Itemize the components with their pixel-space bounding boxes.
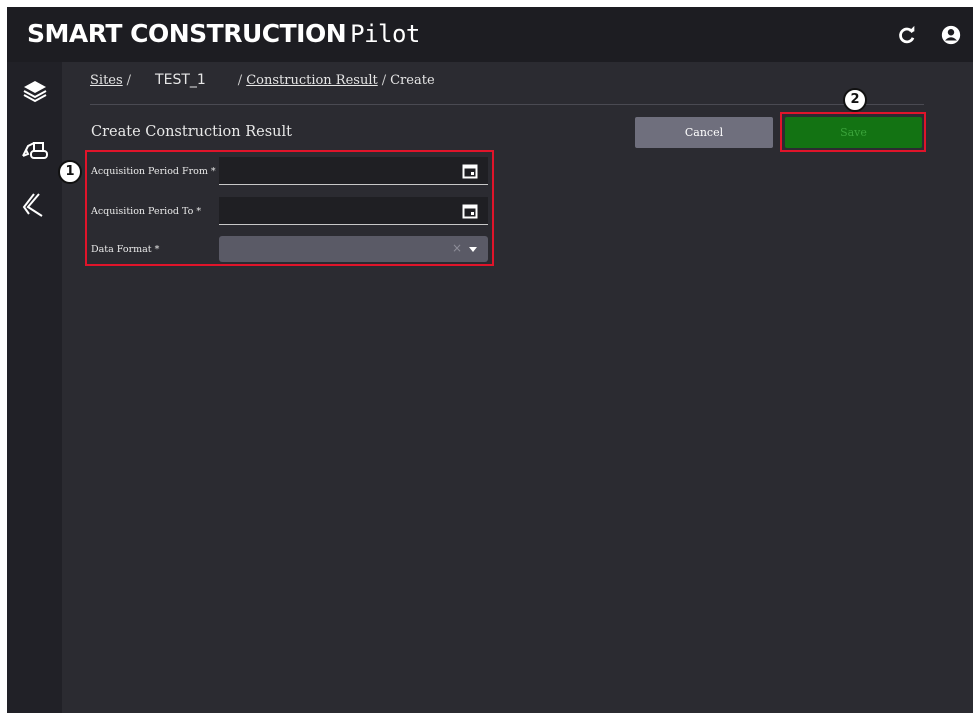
acquisition-to-input[interactable] xyxy=(219,197,488,225)
callout-1-badge: 1 xyxy=(58,160,82,184)
acquisition-from-label: Acquisition Period From * xyxy=(91,166,216,177)
breadcrumb-separator: / xyxy=(381,73,387,88)
acquisition-to-label: Acquisition Period To * xyxy=(91,206,202,217)
data-format-select[interactable]: × xyxy=(219,236,488,262)
calendar-icon[interactable] xyxy=(462,163,478,179)
breadcrumb-separator: / xyxy=(237,73,243,88)
slope-icon[interactable] xyxy=(20,190,50,220)
layers-icon[interactable] xyxy=(20,76,50,106)
calendar-icon[interactable] xyxy=(462,203,478,219)
breadcrumb-construction-result-link[interactable]: Construction Result xyxy=(246,73,378,88)
top-bar: SMART CONSTRUCTION Pilot xyxy=(7,7,973,62)
breadcrumb-separator: / xyxy=(126,73,132,88)
acquisition-from-input[interactable] xyxy=(219,157,488,185)
data-format-label: Data Format * xyxy=(91,244,160,255)
chevron-down-icon[interactable] xyxy=(469,247,477,252)
app-title: SMART CONSTRUCTION Pilot xyxy=(27,19,420,48)
divider xyxy=(90,104,924,105)
sidebar xyxy=(7,62,62,713)
save-button[interactable]: Save xyxy=(785,117,922,148)
callout-2-badge: 2 xyxy=(843,88,867,112)
page-title: Create Construction Result xyxy=(91,124,292,140)
refresh-icon[interactable] xyxy=(896,24,918,46)
breadcrumb: Sites / TEST_1/Construction Result / Create xyxy=(90,72,435,88)
cancel-button[interactable]: Cancel xyxy=(635,117,773,148)
breadcrumb-current: Create xyxy=(390,73,435,88)
breadcrumb-sites-link[interactable]: Sites xyxy=(90,73,123,88)
breadcrumb-site-name: TEST_1 xyxy=(155,72,206,88)
user-account-icon[interactable] xyxy=(940,24,962,46)
excavator-icon[interactable] xyxy=(20,134,50,164)
clear-icon[interactable]: × xyxy=(452,241,462,255)
